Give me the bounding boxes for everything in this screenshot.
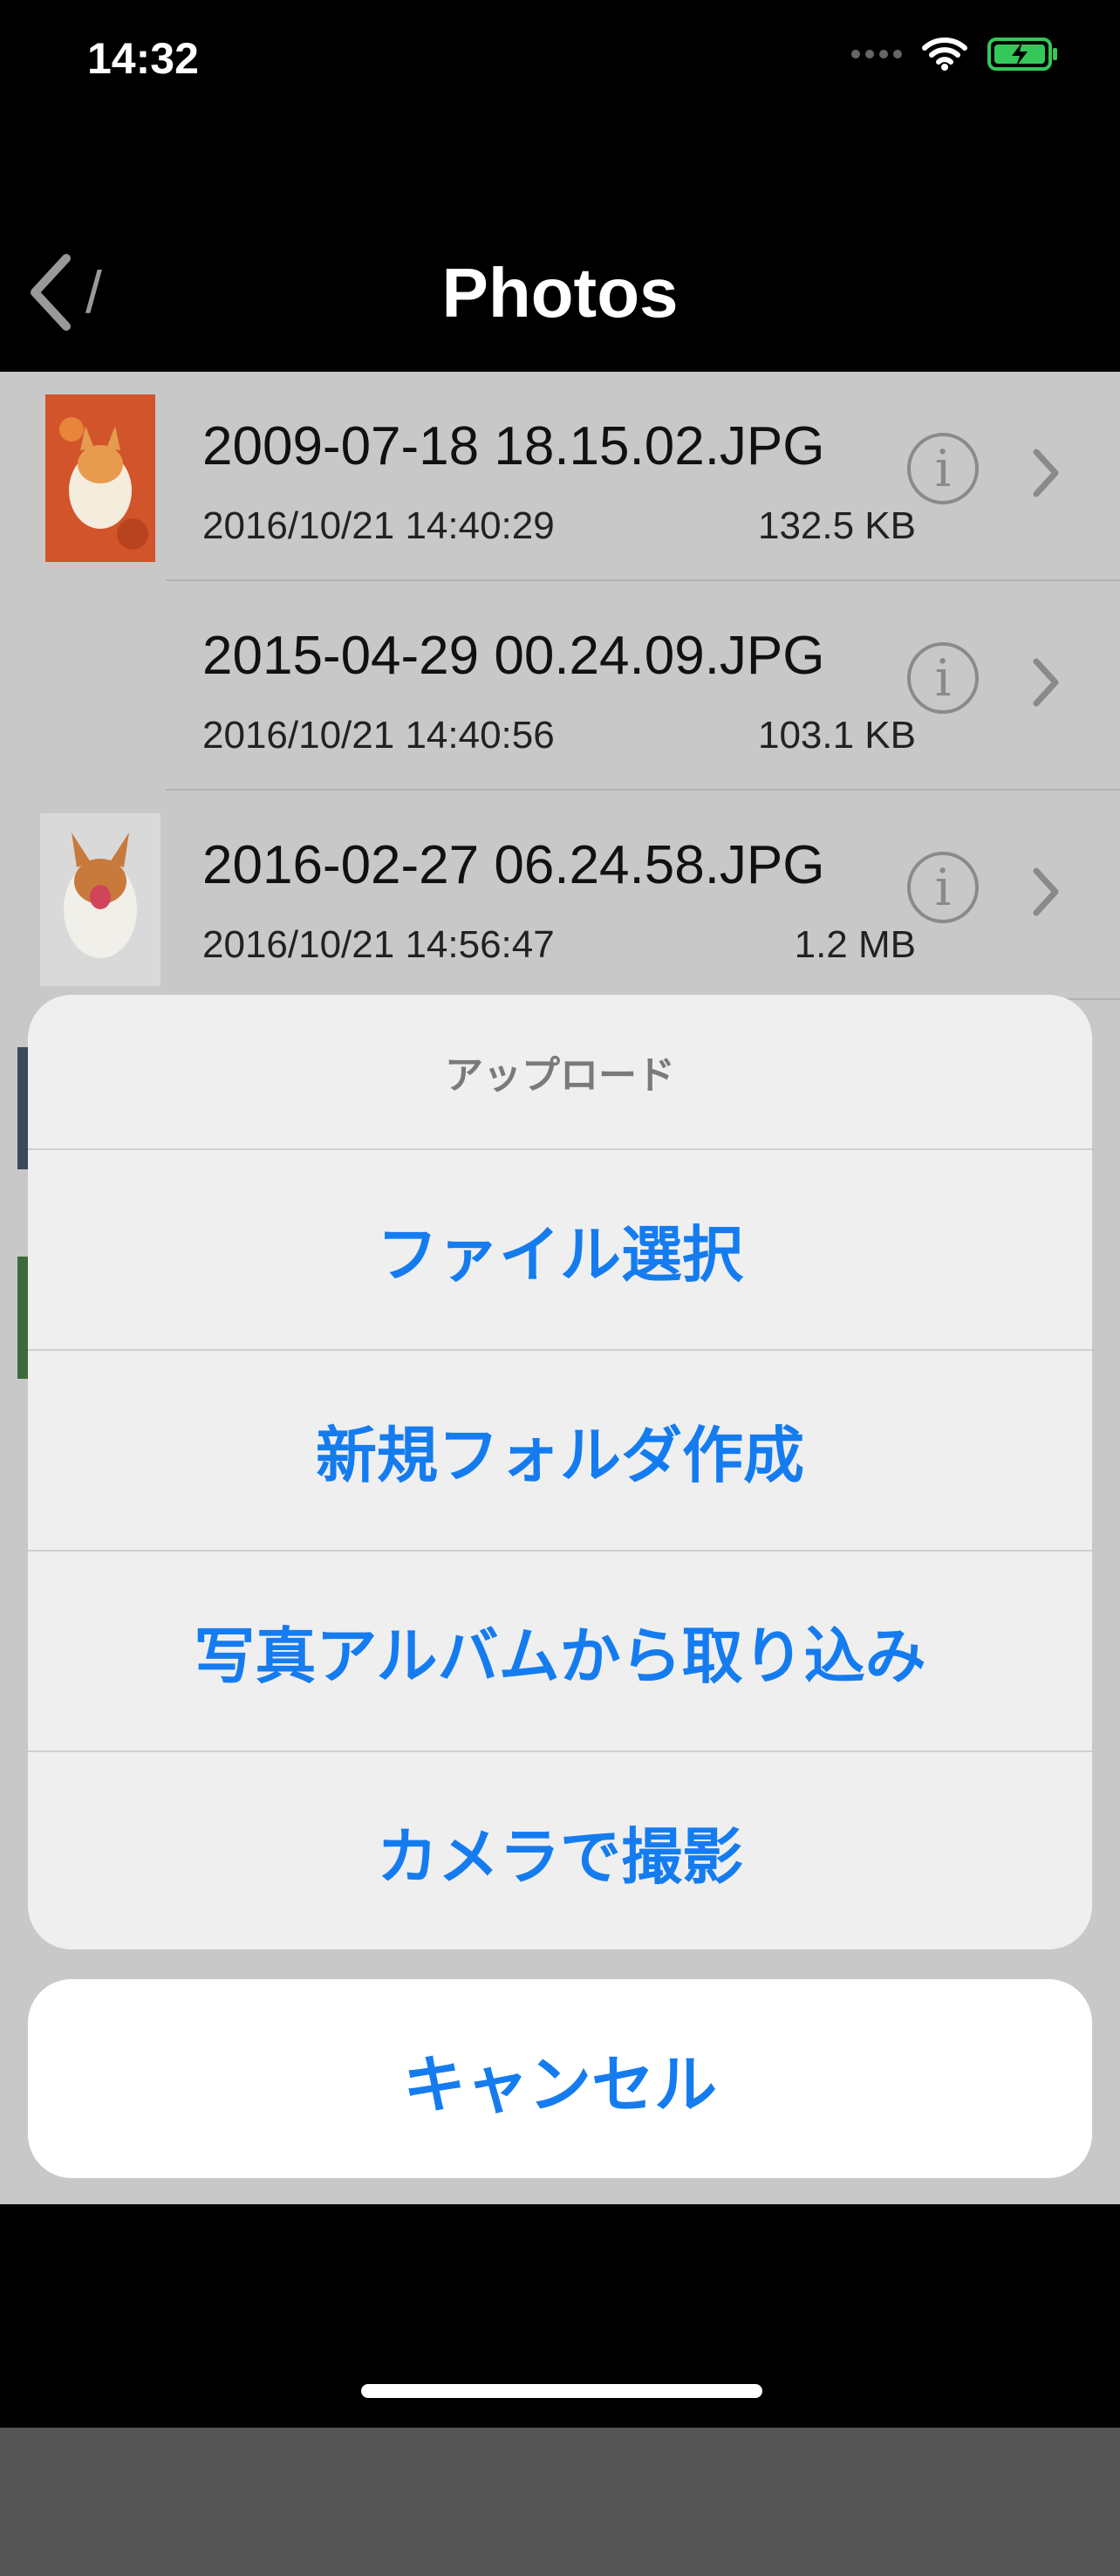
take-photo-button[interactable]: カメラで撮影 bbox=[28, 1750, 1092, 1949]
chevron-right-icon bbox=[1033, 449, 1059, 497]
info-icon[interactable]: i bbox=[907, 852, 979, 923]
file-size: 1.2 MB bbox=[794, 923, 916, 966]
chevron-right-icon bbox=[1033, 658, 1059, 707]
home-indicator[interactable] bbox=[361, 2384, 762, 2398]
battery-charging-icon bbox=[987, 38, 1057, 71]
file-date: 2016/10/21 14:40:56 bbox=[202, 714, 555, 757]
page-title: Photos bbox=[441, 254, 679, 332]
list-item[interactable]: 2009-07-18 18.15.02.JPG 2016/10/21 14:40… bbox=[0, 372, 1120, 581]
info-icon[interactable]: i bbox=[907, 433, 979, 504]
select-file-button[interactable]: ファイル選択 bbox=[28, 1148, 1092, 1349]
photo-thumbnail bbox=[17, 1047, 28, 1169]
status-bar: 14:32 bbox=[0, 0, 1120, 122]
import-from-album-button[interactable]: 写真アルバムから取り込み bbox=[28, 1550, 1092, 1750]
list-item[interactable]: 2016-02-27 06.24.58.JPG 2016/10/21 14:56… bbox=[0, 791, 1120, 1410]
file-size: 132.5 KB bbox=[757, 504, 916, 547]
photo-thumbnail bbox=[17, 1257, 28, 1379]
file-size: 103.1 KB bbox=[757, 714, 916, 757]
list-item[interactable]: 2015-04-29 00.24.09.JPG 2016/10/21 14:40… bbox=[0, 581, 1120, 986]
chevron-right-icon bbox=[1033, 867, 1059, 916]
file-name: 2009-07-18 18.15.02.JPG bbox=[202, 416, 825, 476]
toolbar-background bbox=[0, 2428, 1120, 2576]
file-date: 2016/10/21 14:56:47 bbox=[202, 923, 555, 966]
signal-dots-icon bbox=[851, 50, 902, 58]
navigation-bar: / bbox=[0, 122, 1120, 372]
action-sheet-title: アップロード bbox=[445, 1054, 675, 1097]
new-folder-button[interactable]: 新規フォルダ作成 bbox=[28, 1349, 1092, 1550]
photo-thumbnail bbox=[45, 394, 155, 562]
file-name: 2015-04-29 00.24.09.JPG bbox=[202, 626, 825, 686]
cancel-button[interactable]: キャンセル bbox=[28, 1979, 1092, 2178]
info-icon[interactable]: i bbox=[907, 642, 979, 714]
file-name: 2016-02-27 06.24.58.JPG bbox=[202, 835, 825, 895]
wifi-icon bbox=[922, 38, 967, 71]
status-time: 14:32 bbox=[87, 34, 199, 83]
file-date: 2016/10/21 14:40:29 bbox=[202, 504, 555, 547]
action-sheet: アップロード ファイル選択 新規フォルダ作成 写真アルバムから取り込み カメラで… bbox=[28, 995, 1092, 1949]
status-icons bbox=[851, 37, 1059, 72]
